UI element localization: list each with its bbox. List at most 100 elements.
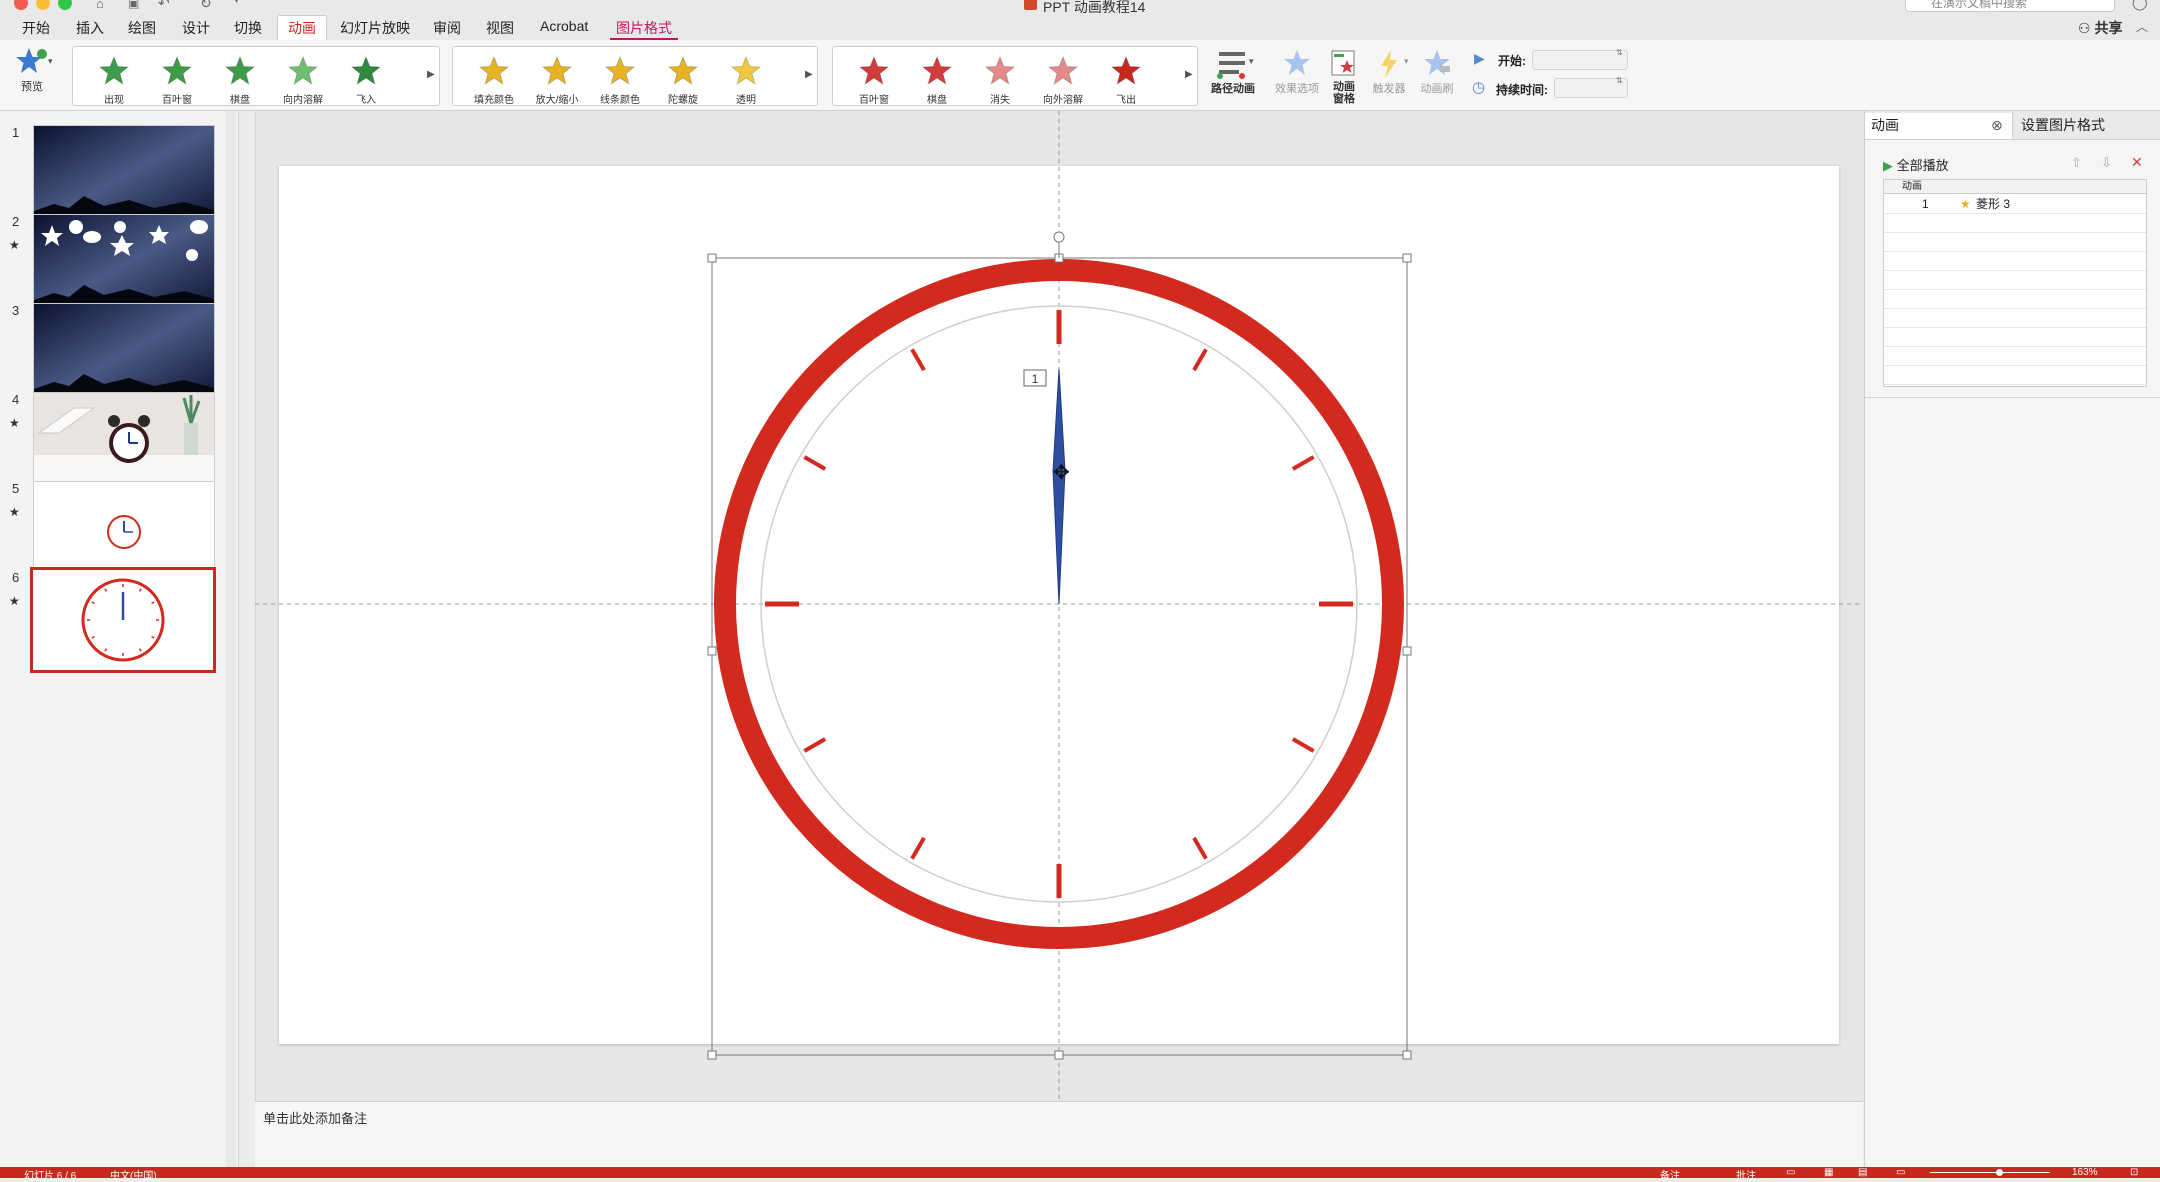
exit-effect-label: 向外溶解 bbox=[1043, 95, 1083, 106]
zoom-window-button[interactable] bbox=[58, 0, 72, 10]
thumbnail-image bbox=[34, 215, 214, 315]
collapse-ribbon-icon[interactable]: ︿ bbox=[2136, 18, 2148, 35]
pane-tab-format-picture[interactable]: 设置图片格式 bbox=[2021, 113, 2105, 139]
rotate-handle-icon[interactable] bbox=[1053, 231, 1065, 243]
minimize-window-button[interactable] bbox=[36, 0, 50, 10]
entrance-effect-4[interactable]: 向内溶解 bbox=[272, 47, 334, 106]
delete-animation-icon[interactable]: ✕ bbox=[2131, 154, 2143, 171]
search-input[interactable]: 在演示文稿中搜索 bbox=[1905, 0, 2115, 12]
notes-placeholder[interactable]: 单击此处添加备注 bbox=[263, 1108, 367, 1127]
language-indicator[interactable]: 中文(中国) bbox=[110, 1167, 157, 1182]
notes-pane[interactable]: 单击此处添加备注 bbox=[255, 1101, 1863, 1168]
normal-view-icon[interactable]: ▭ bbox=[1786, 1167, 1795, 1178]
tab-acrobat[interactable]: Acrobat bbox=[540, 18, 588, 34]
start-select[interactable] bbox=[1532, 50, 1628, 70]
close-pane-icon[interactable]: ⊗ bbox=[1991, 113, 2003, 137]
entrance-more-icon[interactable]: ▶ bbox=[427, 69, 437, 83]
undo-icon[interactable]: ↶ bbox=[158, 0, 170, 12]
trigger-dropdown-icon[interactable]: ▾ bbox=[1404, 56, 1409, 67]
entrance-effect-2[interactable]: 百叶窗 bbox=[146, 47, 208, 106]
tab-home[interactable]: 开始 bbox=[22, 18, 50, 38]
account-icon[interactable]: ◯ bbox=[2132, 0, 2148, 11]
resize-handle-1[interactable] bbox=[707, 253, 717, 263]
zoom-slider-thumb[interactable] bbox=[1996, 1169, 2003, 1176]
tab-slideshow[interactable]: 幻灯片放映 bbox=[340, 18, 410, 38]
add-person-icon: ⚇ bbox=[2078, 20, 2095, 36]
fit-slide-icon[interactable]: ⊡ bbox=[2130, 1167, 2138, 1178]
hour-tick-1 bbox=[1192, 348, 1208, 372]
resize-handle-6[interactable] bbox=[707, 1050, 717, 1060]
slide-thumbnail-1[interactable] bbox=[33, 125, 215, 227]
tab-design[interactable]: 设计 bbox=[182, 18, 210, 38]
resize-handle-8[interactable] bbox=[1402, 1050, 1412, 1060]
entrance-star-icon bbox=[98, 55, 130, 86]
emphasis-effect-3[interactable]: 线条颜色 bbox=[589, 47, 651, 106]
hour-tick-5 bbox=[1192, 836, 1208, 860]
exit-effect-4[interactable]: 向外溶解 bbox=[1032, 47, 1094, 106]
play-all-button[interactable]: ▶ 全部播放 bbox=[1883, 155, 1949, 174]
emphasis-effect-4[interactable]: 陀螺旋 bbox=[652, 47, 714, 106]
emphasis-more-icon[interactable]: ▶ bbox=[805, 69, 815, 83]
sorter-view-icon[interactable]: ▦ bbox=[1824, 1167, 1833, 1178]
share-button[interactable]: ⚇ 共享 bbox=[2078, 18, 2122, 38]
pane-tab-animation[interactable]: 动画 ⊗ bbox=[1865, 113, 2013, 139]
slide-thumbnail-3[interactable] bbox=[33, 303, 215, 405]
emphasis-effect-2[interactable]: 放大/缩小 bbox=[526, 47, 588, 106]
clock-hand-diamond[interactable] bbox=[1052, 368, 1066, 605]
entrance-effect-5[interactable]: 飞入 bbox=[335, 47, 397, 106]
slide-thumbnail-6[interactable] bbox=[30, 567, 216, 673]
entrance-effect-1[interactable]: 出现 bbox=[83, 47, 145, 106]
preview-dropdown-icon[interactable]: ▾ bbox=[48, 56, 53, 67]
slide-number: 6 bbox=[12, 570, 20, 585]
comments-toggle-button[interactable]: 批注 bbox=[1736, 1167, 1756, 1182]
slide-animation-star-icon: ★ bbox=[9, 594, 20, 608]
exit-effect-1[interactable]: 百叶窗 bbox=[843, 47, 905, 106]
exit-more-icon[interactable]: ▶ bbox=[1185, 69, 1195, 83]
exit-effect-2[interactable]: 棋盘 bbox=[906, 47, 968, 106]
notes-toggle-button[interactable]: 备注 bbox=[1660, 1167, 1680, 1182]
slideshow-view-icon[interactable]: ▭ bbox=[1896, 1167, 1905, 1178]
home-icon[interactable]: ⌂ bbox=[96, 0, 104, 11]
tab-transitions[interactable]: 切换 bbox=[234, 18, 262, 38]
emphasis-effect-5[interactable]: 透明 bbox=[715, 47, 777, 106]
redo-icon[interactable]: ↻ bbox=[200, 0, 212, 12]
animation-pane-button[interactable]: 动画 窗格 bbox=[1326, 48, 1362, 105]
tab-insert[interactable]: 插入 bbox=[76, 18, 104, 38]
customize-toolbar-icon[interactable]: ▾ bbox=[234, 0, 239, 6]
reading-view-icon[interactable]: ▤ bbox=[1858, 1167, 1867, 1178]
zoom-slider[interactable] bbox=[1930, 1172, 2050, 1173]
effect-options-button[interactable]: 效果选项 bbox=[1272, 48, 1322, 95]
duration-stepper-icon[interactable]: ⇅ bbox=[1616, 76, 1623, 85]
tab-picture-format[interactable]: 图片格式 bbox=[610, 18, 678, 41]
exit-star-icon bbox=[984, 55, 1016, 86]
move-up-icon[interactable]: ⇧ bbox=[2071, 155, 2082, 171]
animation-painter-button[interactable]: 动画刷 bbox=[1412, 48, 1462, 95]
resize-handle-3[interactable] bbox=[1402, 253, 1412, 263]
preview-button[interactable]: 预览 bbox=[10, 46, 54, 93]
exit-effect-5[interactable]: 飞出 bbox=[1095, 47, 1157, 106]
thumbnail-scrollbar[interactable] bbox=[226, 111, 236, 1167]
animation-list-item[interactable]: 1 ★ 菱形 3 bbox=[1884, 195, 2146, 213]
slide-thumbnail-4[interactable] bbox=[33, 392, 215, 494]
tab-draw[interactable]: 绘图 bbox=[128, 18, 156, 38]
zoom-level[interactable]: 163% bbox=[2072, 1167, 2098, 1178]
resize-handle-7[interactable] bbox=[1054, 1050, 1064, 1060]
emphasis-effect-1[interactable]: 填充颜色 bbox=[463, 47, 525, 106]
exit-effect-label: 飞出 bbox=[1116, 95, 1136, 106]
close-window-button[interactable] bbox=[14, 0, 28, 10]
path-dropdown-icon[interactable]: ▾ bbox=[1249, 56, 1254, 67]
tab-animations[interactable]: 动画 bbox=[277, 15, 327, 40]
start-stepper-icon[interactable]: ⇅ bbox=[1616, 48, 1623, 57]
entrance-effect-3[interactable]: 棋盘 bbox=[209, 47, 271, 106]
save-icon[interactable]: ▣ bbox=[128, 0, 139, 10]
tab-view[interactable]: 视图 bbox=[486, 18, 514, 38]
exit-effect-3[interactable]: 消失 bbox=[969, 47, 1031, 106]
play-icon: ▶ bbox=[1883, 158, 1893, 173]
list-gridline bbox=[1884, 232, 2146, 233]
entrance-effect-label: 飞入 bbox=[356, 95, 376, 106]
resize-handle-5[interactable] bbox=[1402, 646, 1412, 656]
resize-handle-4[interactable] bbox=[707, 646, 717, 656]
slide-thumbnail-2[interactable] bbox=[33, 214, 215, 316]
tab-review[interactable]: 审阅 bbox=[433, 18, 461, 38]
move-down-icon[interactable]: ⇩ bbox=[2101, 155, 2112, 171]
